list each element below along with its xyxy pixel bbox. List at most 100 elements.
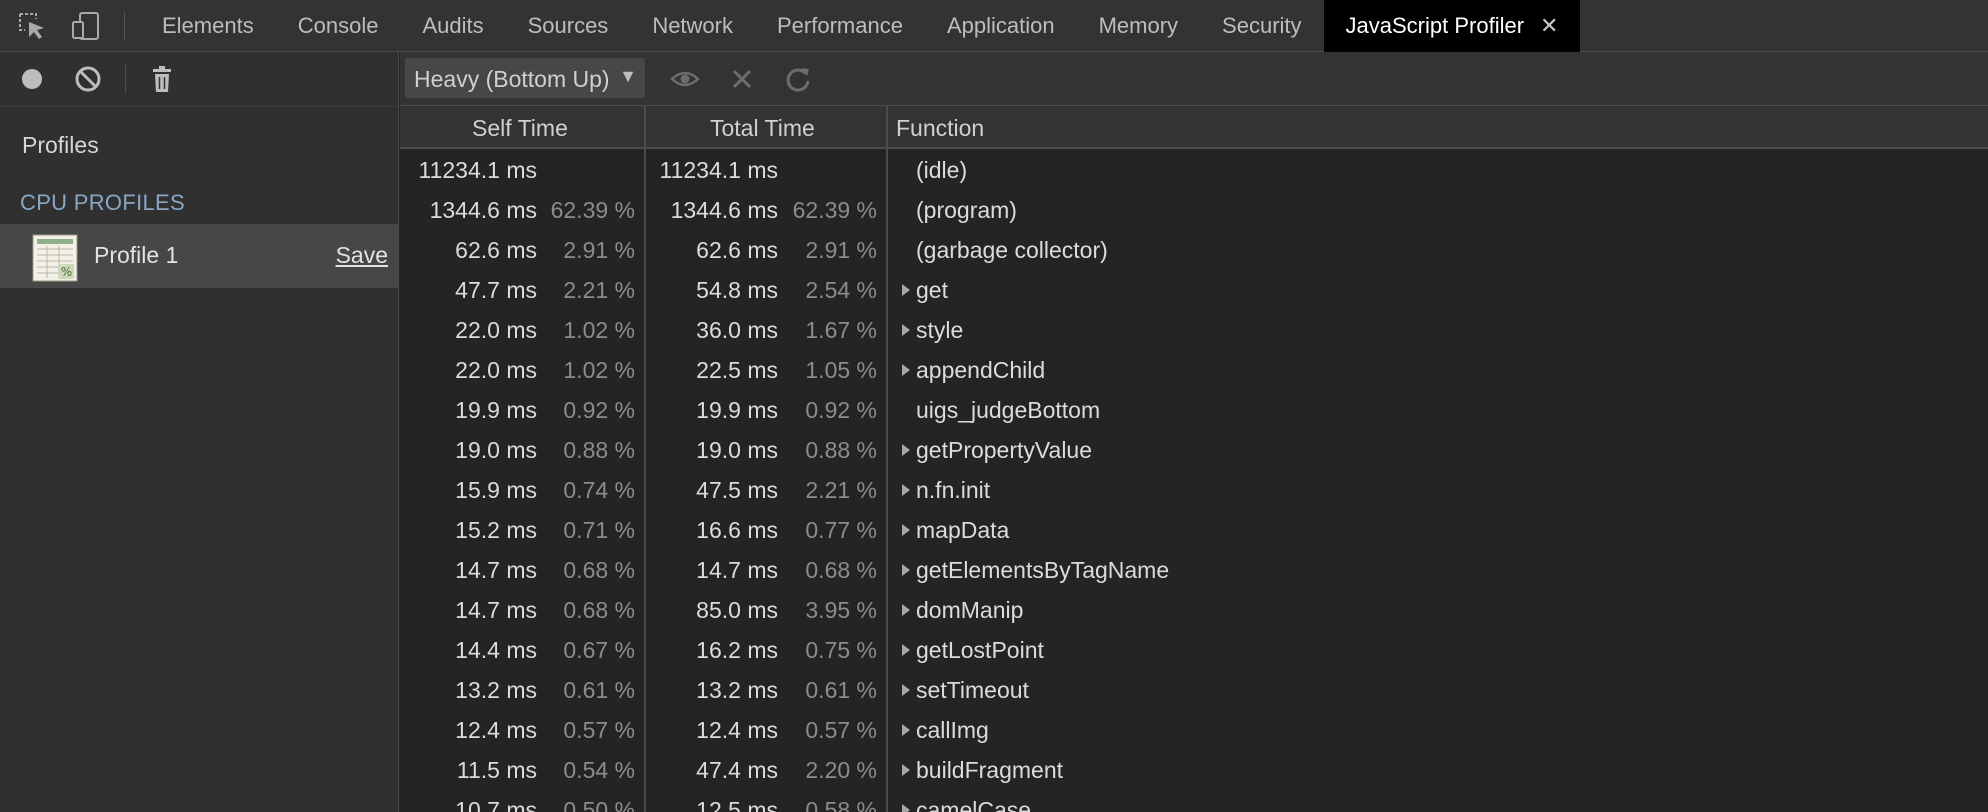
- table-row[interactable]: 47.7 ms 2.21 % 54.8 ms 2.54 % get: [400, 269, 1988, 309]
- table-row[interactable]: 11234.1 ms 11234.1 ms (idle): [400, 149, 1988, 189]
- function-name: getElementsByTagName: [916, 557, 1170, 583]
- table-row[interactable]: 19.0 ms 0.88 % 19.0 ms 0.88 % getPropertyVal…: [400, 429, 1988, 469]
- expand-triangle-icon[interactable]: [902, 804, 910, 812]
- profile-view-toolbar: Heavy (Bottom Up) ▼: [400, 52, 1988, 106]
- total-time-ms: 13.2 ms: [696, 677, 778, 703]
- view-mode-value: Heavy (Bottom Up): [414, 66, 610, 92]
- self-time-percent: 0.88 %: [563, 437, 635, 463]
- total-time-percent: 2.54 %: [805, 277, 877, 303]
- tab-security[interactable]: Security: [1200, 0, 1323, 52]
- function-name: (program): [916, 197, 1017, 223]
- self-time-ms: 19.0 ms: [455, 437, 537, 463]
- view-mode-select[interactable]: Heavy (Bottom Up) ▼: [405, 58, 645, 98]
- self-time-percent: 62.39 %: [550, 197, 635, 223]
- expand-triangle-icon[interactable]: [902, 284, 910, 296]
- self-time-percent: 0.71 %: [563, 517, 635, 543]
- self-time-ms: 15.2 ms: [455, 517, 537, 543]
- tab-application[interactable]: Application: [925, 0, 1077, 52]
- table-row[interactable]: 10.7 ms 0.50 % 12.5 ms 0.58 % camelCase: [400, 789, 1988, 812]
- expand-triangle-icon[interactable]: [902, 524, 910, 536]
- clear-icon[interactable]: [73, 64, 103, 94]
- self-time-percent: 0.74 %: [563, 477, 635, 503]
- chevron-down-icon: ▼: [619, 66, 637, 86]
- column-divider[interactable]: [644, 106, 646, 812]
- table-row[interactable]: 1344.6 ms 62.39 % 1344.6 ms 62.39 % (program…: [400, 189, 1988, 229]
- expand-triangle-icon[interactable]: [902, 324, 910, 336]
- tab-console[interactable]: Console: [276, 0, 401, 52]
- total-time-percent: 2.91 %: [805, 237, 877, 263]
- inspect-element-icon[interactable]: [16, 10, 48, 42]
- tab-javascript-profiler[interactable]: JavaScript Profiler ✕: [1323, 0, 1581, 52]
- close-icon[interactable]: ✕: [1540, 0, 1558, 52]
- self-time-ms: 62.6 ms: [455, 237, 537, 263]
- expand-triangle-icon[interactable]: [902, 604, 910, 616]
- table-row[interactable]: 15.9 ms 0.74 % 47.5 ms 2.21 % n.fn.init: [400, 469, 1988, 509]
- table-row[interactable]: 11.5 ms 0.54 % 47.4 ms 2.20 % buildFragment: [400, 749, 1988, 789]
- device-toolbar-icon[interactable]: [70, 10, 102, 42]
- self-time-percent: 0.67 %: [563, 637, 635, 663]
- table-row[interactable]: 22.0 ms 1.02 % 36.0 ms 1.67 % style: [400, 309, 1988, 349]
- exclude-x-icon[interactable]: [727, 64, 757, 94]
- expand-triangle-icon[interactable]: [902, 644, 910, 656]
- tab-audits[interactable]: Audits: [400, 0, 505, 52]
- sidebar-toolbar-divider: [125, 64, 126, 94]
- self-time-percent: 0.92 %: [563, 397, 635, 423]
- self-time-ms: 14.7 ms: [455, 597, 537, 623]
- column-divider[interactable]: [886, 106, 888, 812]
- self-time-ms: 1344.6 ms: [429, 197, 537, 223]
- total-time-percent: 2.20 %: [805, 757, 877, 783]
- tab-elements[interactable]: Elements: [140, 0, 276, 52]
- tab-sources[interactable]: Sources: [506, 0, 631, 52]
- total-time-percent: 2.21 %: [805, 477, 877, 503]
- cpu-profiles-header: CPU PROFILES: [20, 190, 185, 215]
- restore-reload-icon[interactable]: [783, 64, 813, 94]
- self-time-column-header[interactable]: Self Time: [472, 115, 568, 142]
- profiles-title: Profiles: [22, 132, 99, 158]
- expand-triangle-icon[interactable]: [902, 484, 910, 496]
- table-row[interactable]: 14.7 ms 0.68 % 14.7 ms 0.68 % getElementsByT…: [400, 549, 1988, 589]
- function-name: (garbage collector): [916, 237, 1108, 263]
- self-time-ms: 12.4 ms: [455, 717, 537, 743]
- function-name: getLostPoint: [916, 637, 1044, 663]
- function-name: mapData: [916, 517, 1010, 543]
- expand-triangle-icon[interactable]: [902, 684, 910, 696]
- function-column-header[interactable]: Function: [896, 115, 984, 142]
- self-time-percent: 0.57 %: [563, 717, 635, 743]
- focus-eye-icon[interactable]: [670, 64, 700, 94]
- total-time-percent: 0.68 %: [805, 557, 877, 583]
- table-row[interactable]: 19.9 ms 0.92 % 19.9 ms 0.92 % uigs_judgeBott…: [400, 389, 1988, 429]
- grid-rows: 11234.1 ms 11234.1 ms (idle) 1344.6 ms 62.39…: [400, 149, 1988, 812]
- expand-triangle-icon[interactable]: [902, 444, 910, 456]
- total-time-ms: 16.2 ms: [696, 637, 778, 663]
- tab-memory[interactable]: Memory: [1077, 0, 1200, 52]
- expand-triangle-icon[interactable]: [902, 724, 910, 736]
- table-row[interactable]: 13.2 ms 0.61 % 13.2 ms 0.61 % setTimeout: [400, 669, 1988, 709]
- function-name: appendChild: [916, 357, 1046, 383]
- tab-performance[interactable]: Performance: [755, 0, 925, 52]
- record-icon[interactable]: [17, 64, 47, 94]
- profile-item[interactable]: % Profile 1 Save: [0, 224, 398, 288]
- table-row[interactable]: 12.4 ms 0.57 % 12.4 ms 0.57 % callImg: [400, 709, 1988, 749]
- self-time-percent: 0.68 %: [563, 557, 635, 583]
- table-row[interactable]: 22.0 ms 1.02 % 22.5 ms 1.05 % appendChild: [400, 349, 1988, 389]
- function-name: getPropertyValue: [916, 437, 1093, 463]
- table-row[interactable]: 15.2 ms 0.71 % 16.6 ms 0.77 % mapData: [400, 509, 1988, 549]
- tab-javascript-profiler-label: JavaScript Profiler: [1345, 13, 1525, 38]
- total-time-percent: 0.61 %: [805, 677, 877, 703]
- function-name: (idle): [916, 157, 968, 183]
- expand-triangle-icon[interactable]: [902, 564, 910, 576]
- table-row[interactable]: 62.6 ms 2.91 % 62.6 ms 2.91 % (garbage colle…: [400, 229, 1988, 269]
- expand-triangle-icon[interactable]: [902, 364, 910, 376]
- function-name: n.fn.init: [916, 477, 991, 503]
- expand-triangle-icon[interactable]: [902, 764, 910, 776]
- total-time-column-header[interactable]: Total Time: [710, 115, 815, 142]
- self-time-percent: 0.50 %: [563, 797, 635, 812]
- table-row[interactable]: 14.7 ms 0.68 % 85.0 ms 3.95 % domManip: [400, 589, 1988, 629]
- self-time-percent: 1.02 %: [563, 357, 635, 383]
- table-row[interactable]: 14.4 ms 0.67 % 16.2 ms 0.75 % getLostPoint: [400, 629, 1988, 669]
- save-profile-link[interactable]: Save: [336, 242, 388, 269]
- total-time-ms: 19.0 ms: [696, 437, 778, 463]
- total-time-percent: 1.67 %: [805, 317, 877, 343]
- trash-icon[interactable]: [147, 64, 177, 94]
- tab-network[interactable]: Network: [630, 0, 755, 52]
